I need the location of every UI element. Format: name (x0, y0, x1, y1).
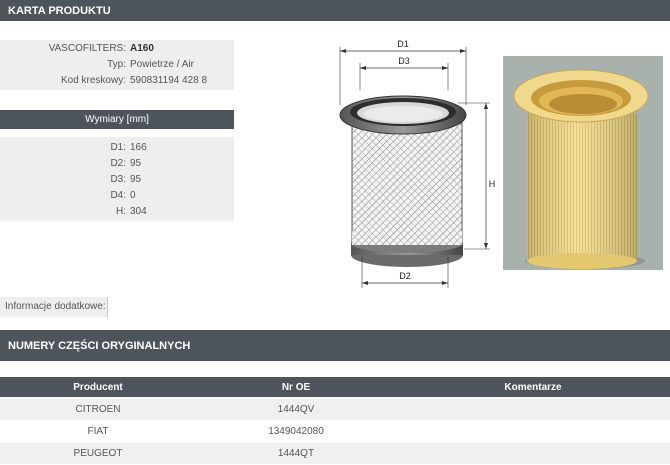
dimension-h: H (458, 102, 496, 250)
row-value: 304 (130, 206, 147, 217)
cell-oe-number: 1349042080 (268, 426, 324, 437)
cell-oe-number: 1444QT (277, 448, 315, 459)
cell-comments (396, 443, 670, 464)
row-label: D2: (110, 158, 126, 169)
column-header-comments: Komentarze (504, 381, 562, 393)
column-header-oe-number: Nr OE (281, 381, 311, 393)
column-header-producer: Producent (73, 381, 123, 393)
row-value: Powietrze / Air (130, 59, 194, 70)
dimension-row-h: H: 304 (0, 204, 234, 220)
table-row: FIAT 1349042080 (0, 421, 670, 442)
row-label: D1: (110, 142, 126, 153)
product-row-barcode: Kod kreskowy: 590831194 428 8 (0, 73, 234, 89)
label-d1: D1 (397, 39, 409, 49)
table-row: CITROEN 1444QV (0, 399, 670, 420)
dimensions-title: Wymiary [mm] (85, 114, 149, 125)
label-d2: D2 (399, 271, 411, 281)
row-label: D3: (110, 174, 126, 185)
filter-illustration (339, 95, 467, 267)
row-label: Kod kreskowy: (60, 75, 126, 86)
dimension-row-d3: D3: 95 (0, 172, 234, 188)
table-row: PEUGEOT 1444QT (0, 443, 670, 464)
section-header-product-card: KARTA PRODUKTU (0, 0, 670, 21)
additional-info-divider (107, 297, 108, 317)
row-label: Typ: (107, 59, 126, 70)
dimension-row-d4: D4: 0 (0, 188, 234, 204)
filter-dimension-diagram: D1 D3 H D2 (339, 39, 496, 288)
dimensions-info: D1: 166 D2: 95 D3: 95 D4: 0 H: 304 (0, 137, 234, 221)
dimension-row-d2: D2: 95 (0, 156, 234, 172)
cell-comments (396, 421, 670, 442)
product-row-type: Typ: Powietrze / Air (0, 57, 234, 73)
section-header-original-numbers: NUMERY CZĘŚCI ORYGINALNYCH (0, 330, 670, 361)
product-row-brand: VASCOFILTERS: A160 (0, 41, 234, 57)
row-label: D4: (110, 190, 126, 201)
cell-producer: FIAT (87, 426, 109, 437)
section-title: NUMERY CZĘŚCI ORYGINALNYCH (8, 339, 191, 352)
dimension-d3: D3 (359, 56, 449, 90)
cell-producer: PEUGEOT (73, 448, 123, 459)
section-title: KARTA PRODUKTU (8, 4, 111, 17)
row-value: 95 (130, 158, 142, 169)
product-photo (503, 56, 663, 270)
cell-comments (396, 399, 670, 420)
additional-info-label: Informacje dodatkowe: (0, 297, 107, 317)
row-value: 166 (130, 142, 147, 153)
row-value: 590831194 428 8 (130, 75, 208, 86)
row-value: 95 (130, 174, 142, 185)
dimension-d1: D1 (339, 39, 467, 105)
row-label: H: (116, 206, 126, 217)
dimensions-header: Wymiary [mm] (0, 110, 234, 129)
row-value: 0 (130, 190, 136, 201)
cell-oe-number: 1444QV (277, 404, 315, 415)
dimension-row-d1: D1: 166 (0, 140, 234, 156)
product-info: VASCOFILTERS: A160 Typ: Powietrze / Air … (0, 40, 234, 90)
table-header: Producent Nr OE Komentarze (0, 377, 670, 397)
row-value: A160 (130, 43, 154, 54)
label-d3: D3 (398, 56, 410, 66)
cell-producer: CITROEN (75, 404, 121, 415)
row-label: VASCOFILTERS: (48, 43, 126, 54)
label-h: H (489, 179, 496, 189)
